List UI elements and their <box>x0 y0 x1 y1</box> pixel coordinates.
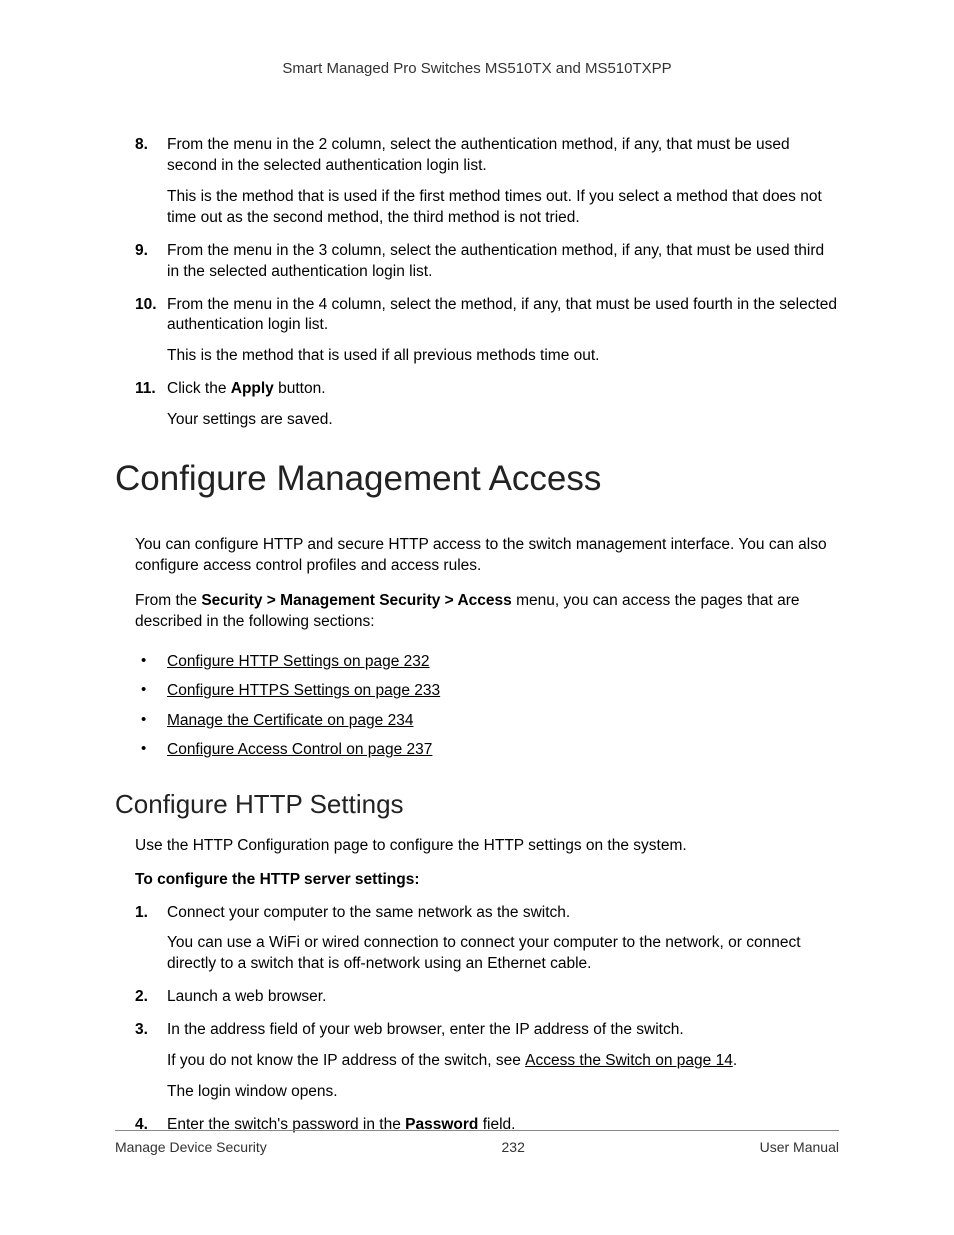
steps-list-b: 1. Connect your computer to the same net… <box>115 903 839 1136</box>
step-text: From the menu in the 4 column, select th… <box>167 296 837 334</box>
step-number: 10. <box>135 295 157 316</box>
footer-page-number: 232 <box>502 1139 525 1155</box>
step-number: 2. <box>135 987 148 1008</box>
step-8: 8. From the menu in the 2 column, select… <box>135 135 839 229</box>
bullet-link-item: Manage the Certificate on page 234 <box>135 706 839 735</box>
link-manage-certificate[interactable]: Manage the Certificate on page 234 <box>167 712 413 729</box>
h2-paragraph: Use the HTTP Configuration page to confi… <box>115 836 839 857</box>
step-extra: This is the method that is used if all p… <box>167 346 839 367</box>
step-11: 11. Click the Apply button. Your setting… <box>135 379 839 431</box>
step-number: 1. <box>135 903 148 924</box>
bullet-link-item: Configure Access Control on page 237 <box>135 735 839 764</box>
link-access-switch[interactable]: Access the Switch on page 14 <box>525 1052 733 1069</box>
step-10: 10. From the menu in the 4 column, selec… <box>135 295 839 368</box>
procedure-heading: To configure the HTTP server settings: <box>115 871 839 889</box>
step-b-1: 1. Connect your computer to the same net… <box>135 903 839 976</box>
step-extra: This is the method that is used if the f… <box>167 187 839 229</box>
step-b-2: 2. Launch a web browser. <box>135 987 839 1008</box>
bullet-link-item: Configure HTTPS Settings on page 233 <box>135 676 839 705</box>
step-b-3: 3. In the address field of your web brow… <box>135 1020 839 1103</box>
section-heading: Configure Management Access <box>115 459 839 499</box>
step-number: 11. <box>135 379 156 400</box>
page-header-title: Smart Managed Pro Switches MS510TX and M… <box>115 60 839 77</box>
intro-paragraph: You can configure HTTP and secure HTTP a… <box>115 535 839 577</box>
step-text: In the address field of your web browser… <box>167 1021 684 1038</box>
steps-list-a: 8. From the menu in the 2 column, select… <box>115 135 839 431</box>
link-configure-https[interactable]: Configure HTTPS Settings on page 233 <box>167 682 440 699</box>
step-extra-2: The login window opens. <box>167 1082 839 1103</box>
subsection-heading: Configure HTTP Settings <box>115 789 839 820</box>
bullet-link-item: Configure HTTP Settings on page 232 <box>135 647 839 676</box>
document-page: Smart Managed Pro Switches MS510TX and M… <box>0 0 954 1136</box>
footer-right: User Manual <box>760 1139 839 1155</box>
page-footer: Manage Device Security 232 User Manual <box>115 1130 839 1155</box>
footer-left: Manage Device Security <box>115 1139 267 1155</box>
step-text: From the menu in the 3 column, select th… <box>167 242 824 280</box>
step-extra: You can use a WiFi or wired connection t… <box>167 933 839 975</box>
step-text: Launch a web browser. <box>167 988 326 1005</box>
step-text: From the menu in the 2 column, select th… <box>167 136 790 174</box>
step-number: 8. <box>135 135 148 156</box>
step-number: 3. <box>135 1020 148 1041</box>
link-configure-access-control[interactable]: Configure Access Control on page 237 <box>167 741 432 758</box>
step-extra: Your settings are saved. <box>167 410 839 431</box>
link-bullets: Configure HTTP Settings on page 232 Conf… <box>115 647 839 765</box>
step-number: 9. <box>135 241 148 262</box>
step-extra: If you do not know the IP address of the… <box>167 1051 839 1072</box>
step-text: Click the Apply button. <box>167 380 326 397</box>
link-configure-http[interactable]: Configure HTTP Settings on page 232 <box>167 653 430 670</box>
step-text: Connect your computer to the same networ… <box>167 904 570 921</box>
step-9: 9. From the menu in the 3 column, select… <box>135 241 839 283</box>
menu-paragraph: From the Security > Management Security … <box>115 591 839 633</box>
